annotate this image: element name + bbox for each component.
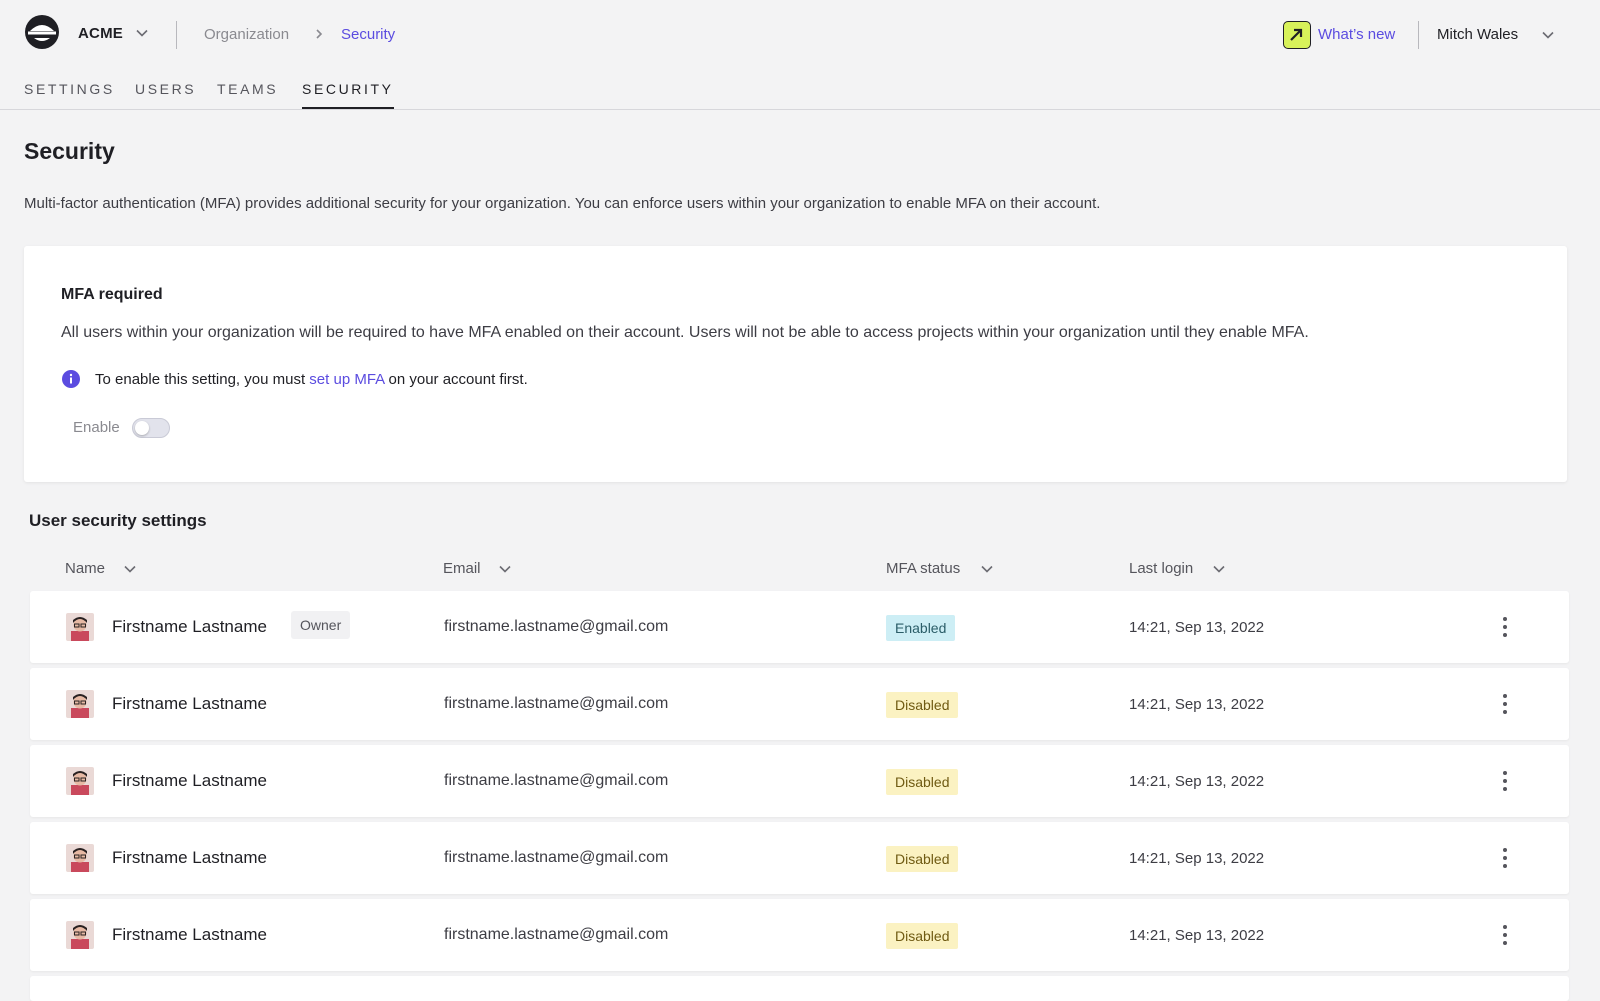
acme-logo-icon[interactable] xyxy=(24,14,60,50)
table-row[interactable]: Firstname Lastname firstname.lastname@gm… xyxy=(30,822,1569,894)
mfa-card-description: All users within your organization will … xyxy=(61,324,1309,341)
tab-users[interactable]: USERS xyxy=(135,81,196,107)
status-badge: Disabled xyxy=(886,692,959,718)
row-name: Firstname Lastname xyxy=(112,694,267,713)
mfa-info-suffix: on your account first. xyxy=(384,371,528,388)
avatar xyxy=(66,690,94,718)
row-last-login: 14:21, Sep 13, 2022 xyxy=(1129,773,1265,790)
kebab-menu-icon[interactable] xyxy=(1501,923,1509,947)
top-bar: ACME Organization Security What’s new Mi… xyxy=(0,0,1600,70)
page-title: Security xyxy=(24,138,115,164)
status-badge: Enabled xyxy=(886,615,956,641)
whats-new-link[interactable]: What’s new xyxy=(1318,26,1395,43)
chevron-down-icon[interactable] xyxy=(135,26,149,40)
chevron-down-icon[interactable] xyxy=(980,562,994,576)
security-page: ACME Organization Security What’s new Mi… xyxy=(0,0,1600,1001)
row-last-login: 14:21, Sep 13, 2022 xyxy=(1129,850,1265,867)
chevron-down-icon[interactable] xyxy=(498,562,512,576)
header-divider xyxy=(176,21,177,49)
row-email: firstname.lastname@gmail.com xyxy=(444,772,669,789)
mfa-required-card: MFA required All users within your organ… xyxy=(24,246,1567,482)
row-last-login: 14:21, Sep 13, 2022 xyxy=(1129,696,1265,713)
avatar xyxy=(66,613,94,641)
row-name: Firstname Lastname xyxy=(112,771,267,790)
table-row[interactable] xyxy=(30,976,1569,1001)
avatar xyxy=(66,767,94,795)
table-row[interactable]: Firstname Lastname firstname.lastname@gm… xyxy=(30,668,1569,740)
row-last-login: 14:21, Sep 13, 2022 xyxy=(1129,927,1265,944)
enable-label: Enable xyxy=(73,419,120,436)
avatar xyxy=(66,844,94,872)
mfa-card-title: MFA required xyxy=(61,286,163,303)
owner-badge: Owner xyxy=(291,611,351,639)
kebab-menu-icon[interactable] xyxy=(1501,846,1509,870)
info-icon xyxy=(62,370,80,388)
page-description: Multi-factor authentication (MFA) provid… xyxy=(24,195,1101,212)
chevron-down-icon[interactable] xyxy=(1541,28,1555,42)
column-header-email[interactable]: Email xyxy=(443,560,481,577)
org-name[interactable]: ACME xyxy=(78,25,123,42)
row-last-login: 14:21, Sep 13, 2022 xyxy=(1129,619,1265,636)
row-email: firstname.lastname@gmail.com xyxy=(444,849,669,866)
header-divider xyxy=(1418,21,1419,49)
avatar xyxy=(66,921,94,949)
mfa-info-prefix: To enable this setting, you must xyxy=(95,371,310,388)
arrow-up-right-icon[interactable] xyxy=(1283,21,1311,49)
setup-mfa-link[interactable]: set up MFA xyxy=(309,371,384,388)
table-row[interactable]: Firstname Lastname Owner firstname.lastn… xyxy=(30,591,1569,663)
row-name: Firstname Lastname xyxy=(112,925,267,944)
row-email: firstname.lastname@gmail.com xyxy=(444,926,669,943)
tab-bar: SETTINGS USERS TEAMS SECURITY xyxy=(0,70,1600,110)
status-badge: Disabled xyxy=(886,923,959,949)
column-header-mfa-status[interactable]: MFA status xyxy=(886,560,960,577)
chevron-down-icon[interactable] xyxy=(1212,562,1226,576)
status-badge: Disabled xyxy=(886,769,959,795)
mfa-info-message: To enable this setting, you must set up … xyxy=(95,371,528,388)
user-menu-name[interactable]: Mitch Wales xyxy=(1437,26,1518,43)
row-email: firstname.lastname@gmail.com xyxy=(444,695,669,712)
table-row[interactable]: Firstname Lastname firstname.lastname@gm… xyxy=(30,745,1569,817)
kebab-menu-icon[interactable] xyxy=(1501,615,1509,639)
chevron-down-icon[interactable] xyxy=(123,562,137,576)
kebab-menu-icon[interactable] xyxy=(1501,692,1509,716)
mfa-enable-toggle[interactable] xyxy=(132,418,170,438)
row-name: Firstname Lastname xyxy=(112,617,267,636)
breadcrumb-security[interactable]: Security xyxy=(341,26,395,43)
kebab-menu-icon[interactable] xyxy=(1501,769,1509,793)
tab-settings[interactable]: SETTINGS xyxy=(24,81,115,107)
row-email: firstname.lastname@gmail.com xyxy=(444,618,669,635)
status-badge: Disabled xyxy=(886,846,959,872)
user-security-title: User security settings xyxy=(29,511,207,530)
tab-teams[interactable]: TEAMS xyxy=(217,81,278,107)
breadcrumb-organization[interactable]: Organization xyxy=(204,26,289,43)
column-header-name[interactable]: Name xyxy=(65,560,105,577)
table-row[interactable]: Firstname Lastname firstname.lastname@gm… xyxy=(30,899,1569,971)
column-header-last-login[interactable]: Last login xyxy=(1129,560,1193,577)
row-name: Firstname Lastname xyxy=(112,848,267,867)
tab-security[interactable]: SECURITY xyxy=(302,81,394,109)
toggle-knob xyxy=(135,421,149,435)
chevron-right-icon xyxy=(316,29,323,39)
